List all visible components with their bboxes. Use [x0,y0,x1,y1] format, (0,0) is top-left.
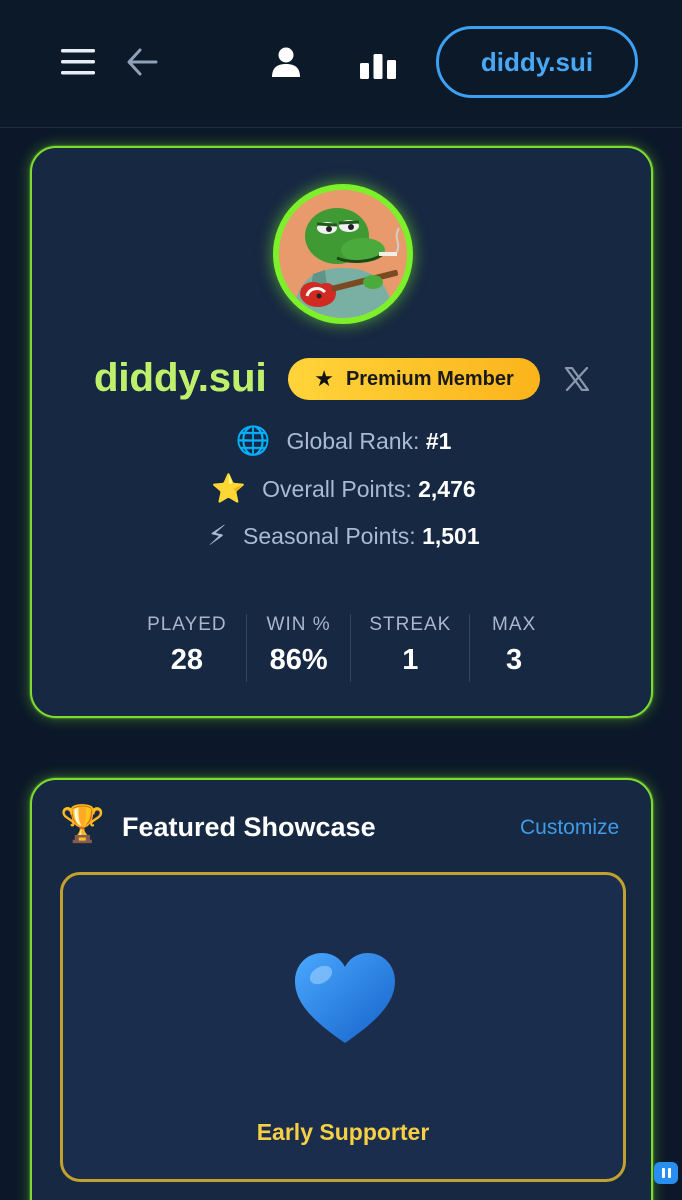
star-emoji-icon: ⭐ [211,473,247,504]
blue-heart-icon [295,953,395,1043]
star-icon: ★ [314,366,334,391]
stat-played: PLAYED 28 [128,614,246,686]
arrow-left-icon[interactable] [120,40,164,84]
stat-label: MAX [492,614,537,635]
overall-points-row: ⭐ Overall Points: 2,476 [32,471,655,507]
stat-value: 3 [506,644,523,676]
seasonal-points-row: ⚡ Seasonal Points: 1,501 [32,518,655,554]
username-button[interactable]: diddy.sui [436,26,638,98]
showcase-title: Featured Showcase [122,812,376,842]
stat-label: PLAYED [147,614,227,635]
x-logo-icon[interactable] [562,364,592,394]
showcase-item[interactable]: Early Supporter [60,872,626,1182]
global-rank-label: Global Rank: [286,427,420,454]
stat-streak: STREAK 1 [351,614,469,686]
premium-badge-label: Premium Member [345,367,514,390]
global-rank-row: 🌐 Global Rank: #1 [32,423,655,459]
profile-card: diddy.sui ★ Premium Member 🌐 Global Rank… [30,146,653,718]
showcase-item-name: Early Supporter [256,1119,430,1145]
seasonal-points-value: 1,501 [422,522,480,549]
featured-showcase-card: 🏆 Featured Showcase Customize Early Supp… [30,778,653,1200]
profile-username: diddy.sui [94,356,267,400]
page: diddy.sui diddy.sui ★ Premium Member 🌐 G… [0,0,682,1200]
avatar [273,184,413,324]
top-nav-bar: diddy.sui [0,0,682,128]
globe-icon: 🌐 [235,425,271,456]
game-stats-grid: PLAYED 28 WIN % 86% STREAK 1 MAX 3 [128,614,558,686]
lightning-icon: ⚡ [207,520,228,551]
pause-icon[interactable] [654,1162,678,1184]
stat-value: 86% [269,644,328,676]
stat-label: STREAK [369,614,452,635]
trophy-icon: 🏆 [60,803,105,844]
overall-points-value: 2,476 [418,475,476,502]
stat-label: WIN % [266,614,331,635]
name-row: diddy.sui ★ Premium Member [32,352,655,408]
seasonal-points-label: Seasonal Points: [243,522,416,549]
stat-value: 1 [402,644,419,676]
hamburger-menu-icon[interactable] [58,40,98,84]
global-rank-value: #1 [425,427,452,454]
stat-max: MAX 3 [470,614,558,686]
customize-link[interactable]: Customize [520,816,619,840]
premium-member-badge: ★ Premium Member [288,358,540,400]
stat-value: 28 [170,644,203,676]
user-icon[interactable] [264,40,308,84]
overall-points-label: Overall Points: [262,475,412,502]
stat-win-percent: WIN % 86% [247,614,351,686]
bar-chart-icon[interactable] [354,44,402,88]
